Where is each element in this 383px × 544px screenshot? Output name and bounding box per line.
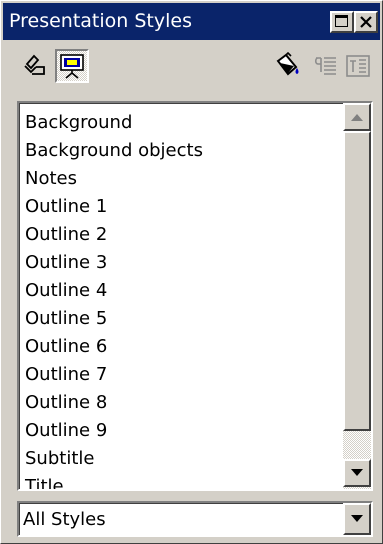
list-item[interactable]: Notes	[23, 165, 345, 193]
update-style-button[interactable]	[341, 49, 375, 83]
close-button[interactable]	[354, 11, 378, 33]
list-item[interactable]: Outline 5	[23, 305, 345, 333]
list-item[interactable]: Outline 1	[23, 193, 345, 221]
list-item[interactable]: Outline 2	[23, 221, 345, 249]
graphics-styles-button[interactable]	[19, 49, 53, 83]
list-item[interactable]: Outline 8	[23, 389, 345, 417]
scroll-thumb[interactable]	[343, 131, 371, 431]
close-icon	[360, 16, 372, 28]
graphics-styles-icon	[24, 54, 45, 75]
vertical-scrollbar[interactable]	[343, 103, 371, 489]
maximize-icon	[335, 15, 348, 27]
arrow-up-icon	[351, 114, 363, 121]
list-item[interactable]: Outline 7	[23, 361, 345, 389]
new-style-from-selection-icon	[314, 57, 336, 75]
presentation-styles-button[interactable]	[55, 49, 89, 83]
list-item[interactable]: Title	[23, 473, 345, 489]
update-style-icon	[346, 55, 370, 77]
styles-listbox[interactable]: Background Background objects Notes Outline…	[17, 101, 373, 491]
list-item[interactable]: Background objects	[23, 137, 345, 165]
toolbar	[3, 41, 380, 91]
dropdown-button[interactable]	[343, 503, 371, 535]
list-item[interactable]: Outline 6	[23, 333, 345, 361]
list-item[interactable]: Subtitle	[23, 445, 345, 473]
list-item[interactable]: Outline 4	[23, 277, 345, 305]
styles-list: Background Background objects Notes Outline…	[23, 109, 345, 489]
arrow-down-icon	[351, 469, 363, 476]
list-item[interactable]: Outline 3	[23, 249, 345, 277]
list-item[interactable]: Background	[23, 109, 345, 137]
title-bar[interactable]: Presentation Styles	[3, 3, 380, 40]
scroll-up-button[interactable]	[343, 103, 371, 131]
style-filter-value: All Styles	[23, 509, 106, 530]
chevron-down-icon	[351, 515, 363, 522]
scroll-down-button[interactable]	[343, 459, 371, 487]
fill-format-mode-icon	[276, 52, 299, 76]
presentation-styles-icon	[60, 54, 84, 79]
fill-format-mode-button[interactable]	[271, 49, 305, 83]
style-filter-dropdown[interactable]: All Styles	[17, 501, 373, 537]
maximize-button[interactable]	[330, 11, 354, 33]
new-style-from-selection-button[interactable]	[309, 49, 343, 83]
presentation-styles-window: Presentation Styles Background Backgroun…	[0, 0, 383, 544]
window-title: Presentation Styles	[9, 10, 192, 32]
list-item[interactable]: Outline 9	[23, 417, 345, 445]
